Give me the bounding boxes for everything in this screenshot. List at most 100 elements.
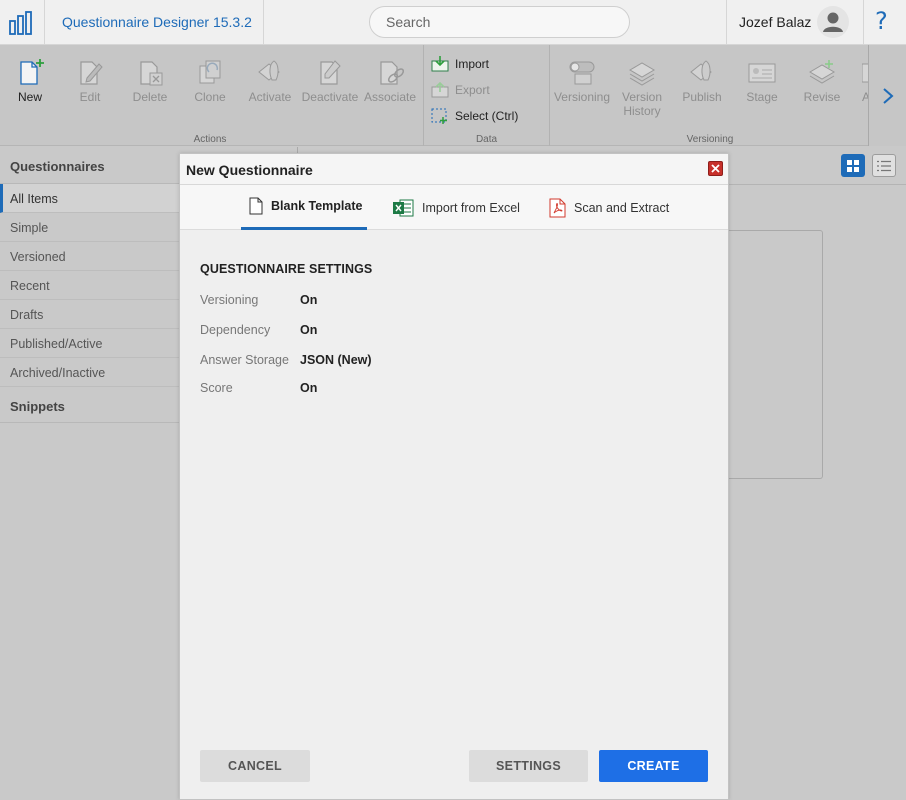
import-button[interactable]: Import (431, 54, 489, 74)
versioning-toggle-icon (569, 61, 595, 85)
publish-rocket-icon (690, 60, 712, 81)
tab-import-from-excel[interactable]: Import from Excel (393, 185, 520, 230)
publish-button[interactable]: Publish (672, 45, 732, 131)
sidebar-heading-snippets[interactable]: Snippets (0, 387, 180, 423)
deactivate-button-label: Deactivate (301, 90, 359, 104)
delete-button[interactable]: Delete (120, 45, 180, 131)
more-ribbon-label: A (862, 90, 868, 104)
app-logo[interactable] (0, 0, 45, 45)
import-label: Import (455, 57, 490, 71)
versioning-button[interactable]: Versioning (552, 45, 612, 131)
more-ribbon-button[interactable]: A (852, 45, 868, 131)
export-button[interactable]: Export (431, 80, 490, 100)
edit-button-label: Edit (79, 90, 101, 104)
dialog-title: New Questionnaire (186, 162, 313, 178)
divider (726, 0, 727, 45)
setting-value: On (300, 323, 318, 337)
sidebar-item-simple[interactable]: Simple (0, 213, 180, 242)
grid-view-button[interactable] (841, 154, 865, 177)
tab-blank-template[interactable]: Blank Template (241, 185, 368, 230)
setting-row-answer-storage: Answer Storage JSON (New) (200, 353, 372, 367)
select-icon (431, 108, 447, 124)
data-group-label: Data (475, 134, 498, 145)
dialog-title-bar: New Questionnaire (180, 154, 728, 185)
setting-label: Versioning (200, 293, 259, 307)
sidebar-item-all-items[interactable]: All Items (0, 184, 180, 213)
sidebar: Questionnaires All Items Simple Versione… (0, 147, 180, 800)
deactivate-button[interactable]: Deactivate (300, 45, 360, 131)
setting-value: On (300, 293, 318, 307)
new-button[interactable]: New (0, 45, 60, 131)
ribbon-scroll-right-button[interactable] (868, 45, 906, 146)
pdf-icon (549, 198, 566, 217)
revise-button-label: Revise (803, 90, 841, 104)
setting-label: Score (200, 381, 233, 395)
cancel-button[interactable]: CANCEL (200, 750, 310, 782)
settings-button[interactable]: SETTINGS (469, 750, 588, 782)
tab-scan-and-extract-label: Scan and Extract (574, 200, 670, 215)
stage-icon (748, 63, 776, 83)
app-title: Questionnaire Designer 15.3.2 (62, 14, 252, 30)
setting-row-versioning: Versioning On (200, 293, 317, 307)
versioning-group-label: Versioning (686, 134, 734, 145)
version-history-label-line1: Version (621, 90, 663, 104)
setting-label: Dependency (200, 323, 271, 337)
export-label: Export (455, 83, 490, 97)
export-icon (431, 82, 449, 98)
select-label: Select (Ctrl) (455, 109, 519, 123)
document-icon (249, 197, 263, 215)
version-history-button[interactable]: Version History (612, 45, 672, 131)
bar-chart-logo-icon (9, 10, 32, 35)
tab-scan-and-extract[interactable]: Scan and Extract (549, 185, 669, 230)
setting-row-score: Score On (200, 381, 317, 395)
user-name[interactable]: Jozef Balaz (739, 14, 811, 30)
setting-value: JSON (New) (300, 353, 372, 367)
delete-button-label: Delete (132, 90, 168, 104)
divider (263, 0, 264, 45)
sidebar-item-published-active[interactable]: Published/Active (0, 329, 180, 358)
search-input[interactable] (369, 6, 630, 38)
revise-button[interactable]: Revise (792, 45, 852, 131)
actions-group-label: Actions (193, 134, 227, 145)
activate-button-label: Activate (248, 90, 292, 104)
setting-row-dependency: Dependency On (200, 323, 317, 337)
excel-icon (393, 199, 414, 216)
stage-button-label: Stage (746, 90, 778, 104)
settings-section-title: QUESTIONNAIRE SETTINGS (200, 262, 373, 276)
version-history-label-line2: History (623, 104, 661, 118)
sidebar-item-versioned[interactable]: Versioned (0, 242, 180, 271)
sidebar-item-drafts[interactable]: Drafts (0, 300, 180, 329)
list-view-icon (877, 160, 891, 171)
top-bar: Questionnaire Designer 15.3.2 Jozef Bala… (0, 0, 906, 45)
sidebar-item-archived-inactive[interactable]: Archived/Inactive (0, 358, 180, 387)
tab-import-from-excel-label: Import from Excel (422, 200, 520, 215)
activate-rocket-icon (258, 60, 280, 81)
publish-button-label: Publish (682, 90, 722, 104)
new-questionnaire-dialog: New Questionnaire Blank Template Import … (179, 153, 729, 800)
questionnaire-card[interactable] (727, 230, 823, 479)
avatar[interactable] (817, 6, 849, 38)
divider (863, 0, 864, 45)
clone-button[interactable]: Clone (180, 45, 240, 131)
divider (549, 45, 550, 146)
select-button[interactable]: Select (Ctrl) (431, 106, 518, 126)
deactivate-icon (320, 60, 341, 85)
tab-blank-template-label: Blank Template (271, 199, 363, 213)
new-button-label: New (17, 90, 42, 104)
associate-button-label: Associate (363, 90, 417, 104)
setting-value: On (300, 381, 318, 395)
sidebar-item-recent[interactable]: Recent (0, 271, 180, 300)
user-avatar-icon (823, 12, 843, 32)
help-icon[interactable]: ? (875, 7, 888, 35)
associate-button[interactable]: Associate (360, 45, 420, 131)
create-button[interactable]: CREATE (599, 750, 708, 782)
sidebar-heading-questionnaires[interactable]: Questionnaires (0, 147, 180, 184)
versioning-button-label: Versioning (553, 90, 611, 104)
activate-button[interactable]: Activate (240, 45, 300, 131)
list-view-button[interactable] (872, 154, 896, 177)
edit-button[interactable]: Edit (60, 45, 120, 131)
close-button[interactable] (708, 161, 723, 176)
clone-icon (199, 60, 221, 84)
stage-button[interactable]: Stage (732, 45, 792, 131)
edit-icon (80, 61, 103, 85)
